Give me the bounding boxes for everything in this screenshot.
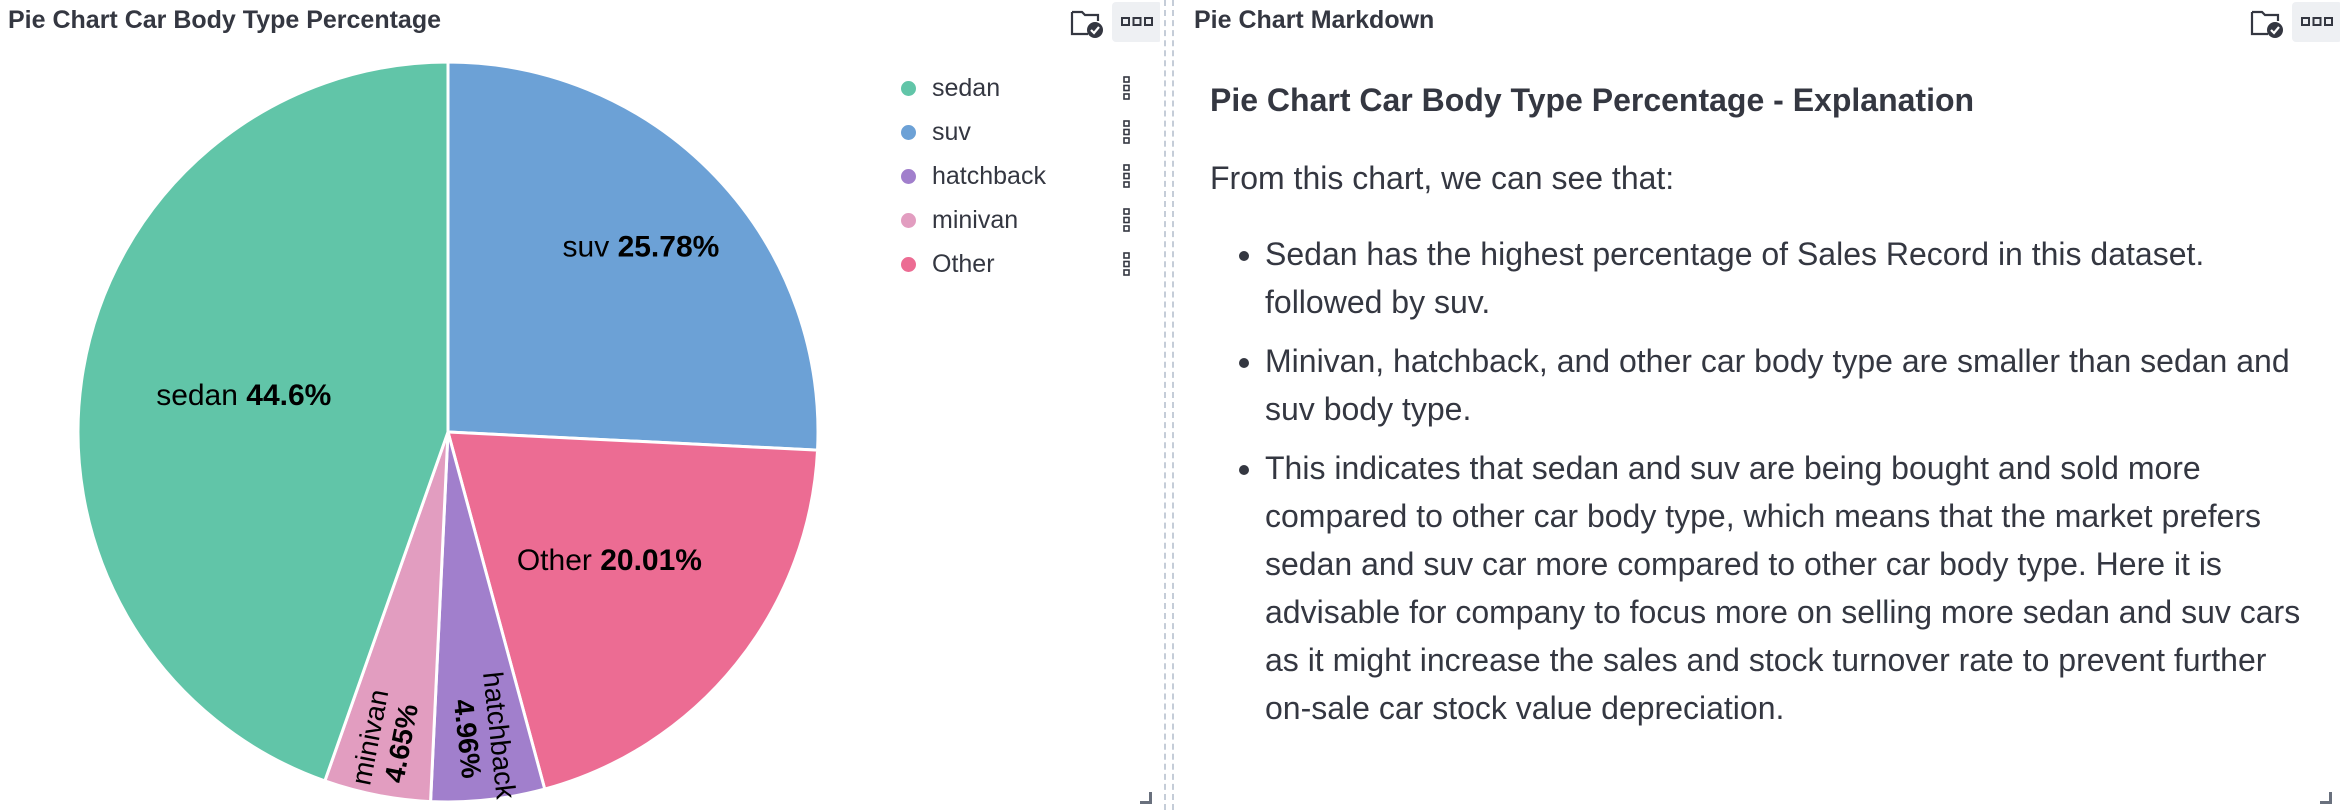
- markdown-heading: Pie Chart Car Body Type Percentage - Exp…: [1210, 82, 1975, 118]
- resize-corner-icon[interactable]: [1140, 792, 1152, 804]
- markdown-content: Pie Chart Car Body Type Percentage - Exp…: [1210, 70, 2320, 743]
- slice-label-value: 20.01%: [600, 544, 702, 577]
- markdown-intro: From this chart, we can see that:: [1210, 160, 1675, 196]
- panel-options-button[interactable]: [1112, 2, 1160, 42]
- legend-item-minivan[interactable]: minivan: [900, 198, 1140, 242]
- list-item: This indicates that sedan and suv are be…: [1265, 444, 2320, 732]
- gutter-divider: [1164, 0, 1166, 810]
- chart-legend: sedan suv hatchback minivan Other: [900, 66, 1140, 286]
- slice-label-name: Other: [517, 544, 600, 577]
- dashboard: Pie Chart Car Body Type Percentage suv 2…: [0, 0, 2340, 810]
- gutter-divider: [1172, 0, 1174, 810]
- svg-text:Other 20.01%: Other 20.01%: [517, 544, 702, 577]
- markdown-panel: Pie Chart Markdown Pie Chart Car Body Ty…: [1180, 0, 2340, 810]
- pie-chart-panel: Pie Chart Car Body Type Percentage suv 2…: [0, 0, 1160, 810]
- resize-corner-icon[interactable]: [2320, 792, 2332, 804]
- folder-check-icon[interactable]: [1068, 4, 1106, 42]
- legend-item-other[interactable]: Other: [900, 242, 1140, 286]
- panel-title: Pie Chart Markdown: [1194, 6, 1435, 34]
- vertical-dots-icon[interactable]: [1120, 250, 1134, 278]
- more-options-icon: [2301, 17, 2333, 26]
- legend-label: Other: [932, 249, 995, 278]
- slice-label-value: 25.78%: [618, 230, 720, 263]
- legend-label: hatchback: [932, 161, 1046, 190]
- legend-color-dot: [901, 124, 916, 140]
- legend-color-dot: [901, 212, 916, 228]
- vertical-dots-icon[interactable]: [1120, 74, 1134, 102]
- panel-gutter: [1160, 0, 1180, 810]
- legend-item-hatchback[interactable]: hatchback: [900, 154, 1140, 198]
- pie-label-suv: suv 25.78%: [563, 230, 720, 263]
- vertical-dots-icon[interactable]: [1120, 206, 1134, 234]
- more-options-icon: [1121, 17, 1153, 26]
- folder-check-icon[interactable]: [2248, 4, 2286, 42]
- legend-label: minivan: [932, 205, 1019, 234]
- list-item: Minivan, hatchback, and other car body t…: [1265, 337, 2320, 433]
- legend-item-sedan[interactable]: sedan: [900, 66, 1140, 110]
- pie-chart: suv 25.78%Other 20.01%hatchback4.96%mini…: [76, 60, 820, 804]
- legend-color-dot: [901, 80, 916, 96]
- legend-color-dot: [901, 256, 916, 272]
- slice-label-value: 44.6%: [246, 379, 331, 412]
- panel-options-button[interactable]: [2292, 2, 2340, 42]
- slice-label-name: suv: [563, 230, 618, 263]
- svg-text:sedan 44.6%: sedan 44.6%: [156, 379, 331, 412]
- legend-item-suv[interactable]: suv: [900, 110, 1140, 154]
- vertical-dots-icon[interactable]: [1120, 118, 1134, 146]
- svg-text:suv 25.78%: suv 25.78%: [563, 230, 720, 263]
- pie-label-sedan: sedan 44.6%: [156, 379, 331, 412]
- vertical-dots-icon[interactable]: [1120, 162, 1134, 190]
- legend-color-dot: [901, 168, 916, 184]
- list-item: Sedan has the highest percentage of Sale…: [1265, 230, 2320, 326]
- legend-label: sedan: [932, 73, 1001, 102]
- legend-label: suv: [932, 117, 971, 146]
- markdown-bullet-list: Sedan has the highest percentage of Sale…: [1210, 230, 2320, 732]
- slice-label-name: sedan: [156, 379, 246, 412]
- pie-label-other: Other 20.01%: [517, 544, 702, 577]
